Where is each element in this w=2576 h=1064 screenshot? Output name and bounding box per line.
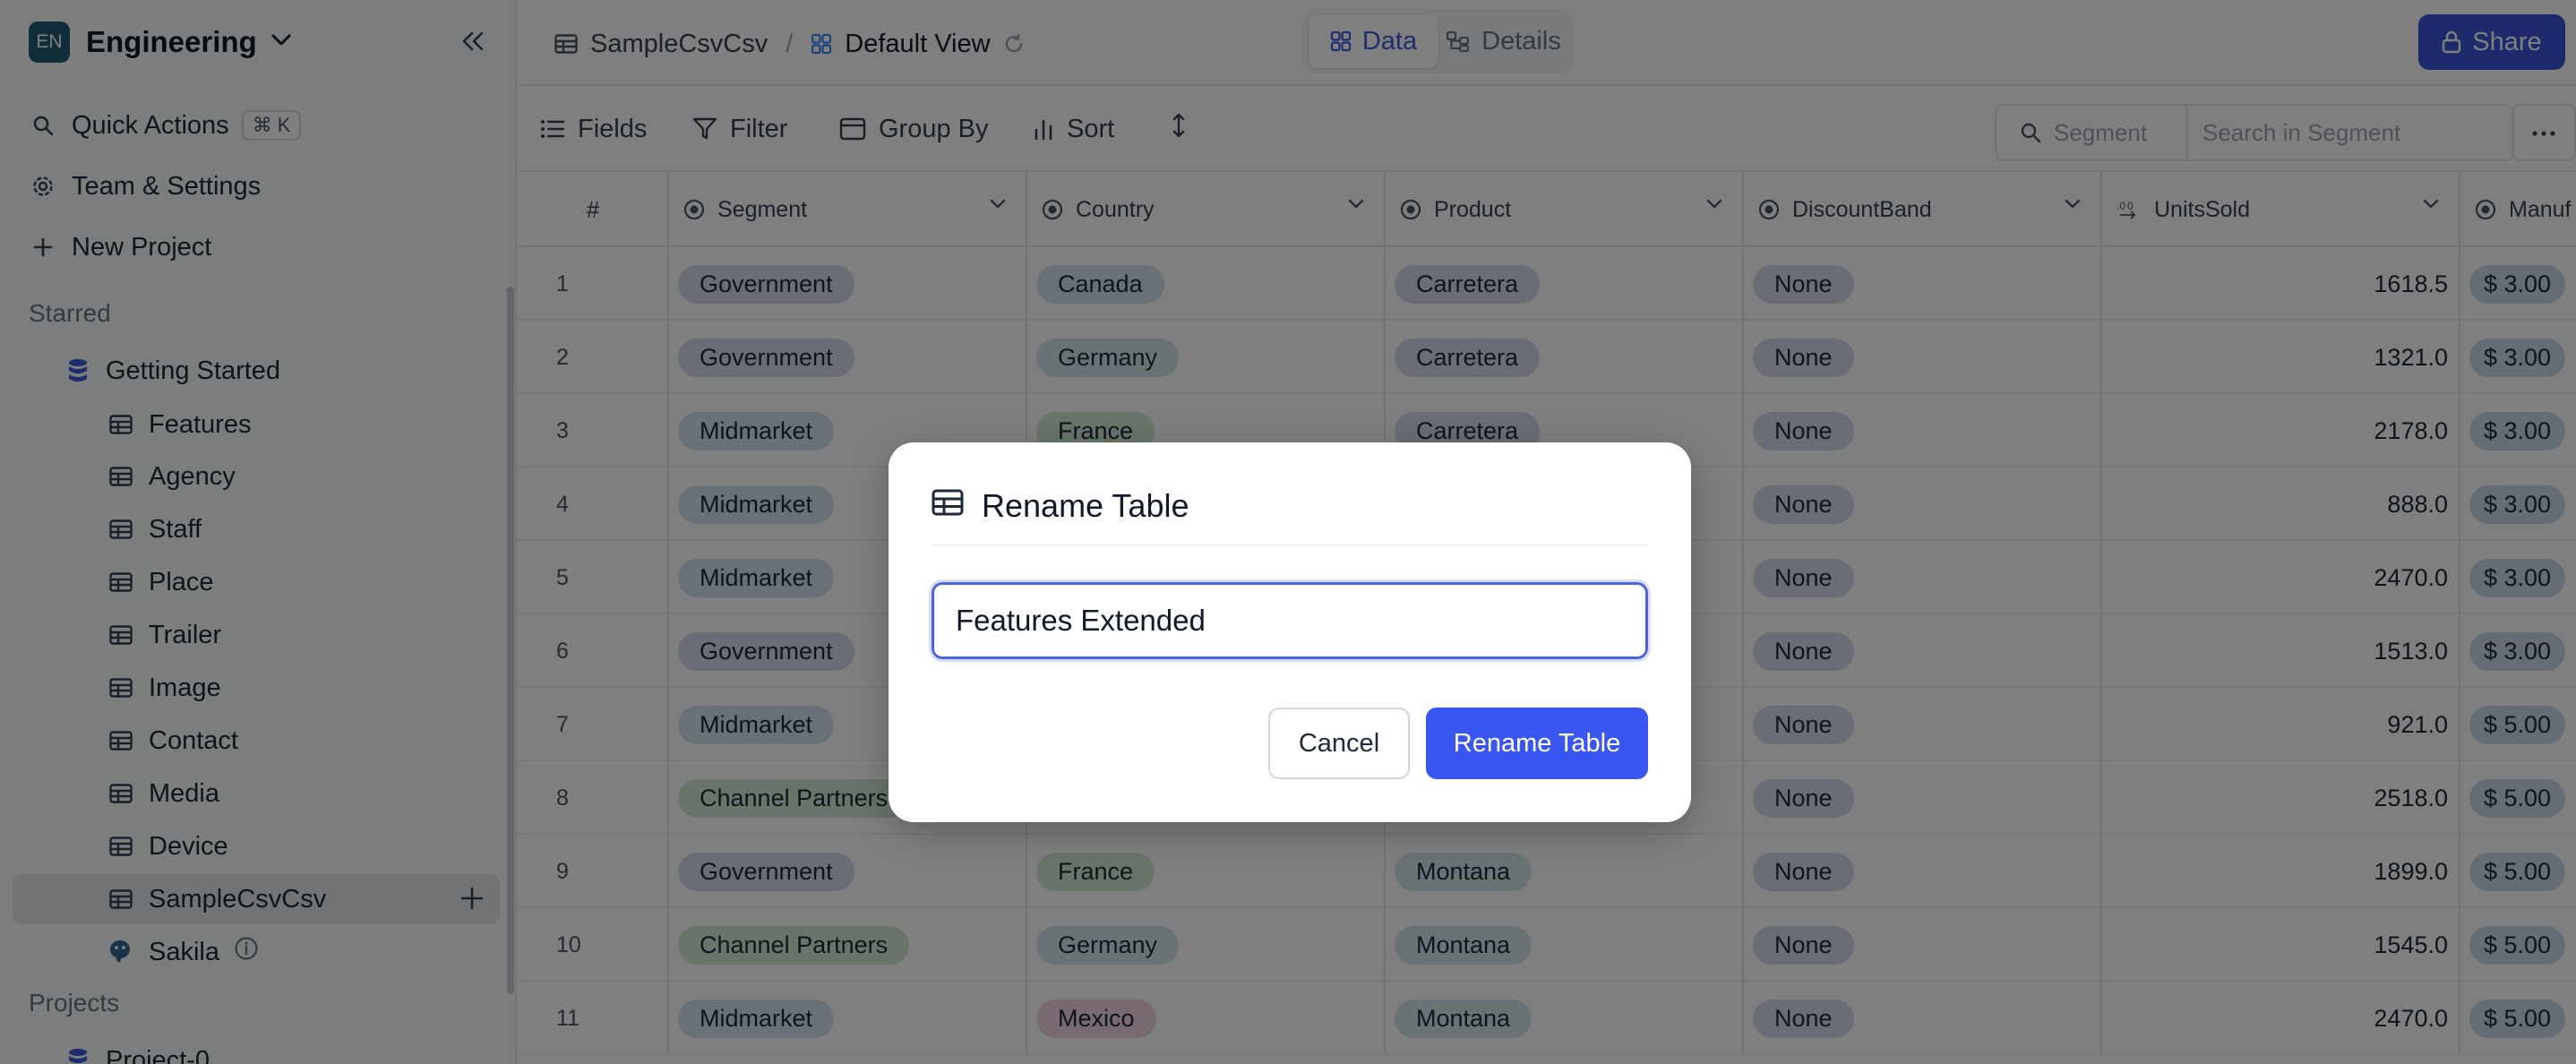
rename-table-dialog: Rename Table Cancel Rename Table bbox=[889, 442, 1691, 822]
rename-table-button[interactable]: Rename Table bbox=[1426, 708, 1648, 779]
dialog-title: Rename Table bbox=[982, 487, 1189, 524]
table-name-input[interactable] bbox=[929, 579, 1651, 662]
cancel-button[interactable]: Cancel bbox=[1268, 708, 1410, 779]
dialog-header: Rename Table bbox=[932, 487, 1648, 546]
table-icon bbox=[932, 489, 964, 516]
